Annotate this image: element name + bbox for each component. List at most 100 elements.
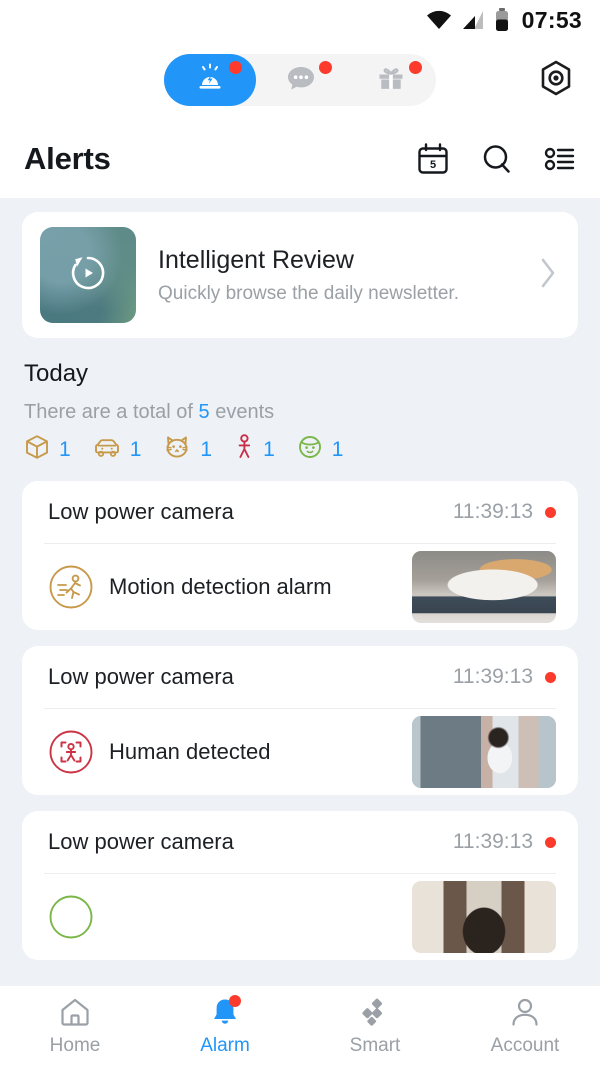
nav-badge-alarm (229, 995, 241, 1007)
segment-badge-gifts (409, 61, 422, 74)
alert-card[interactable]: Low power camera 11:39:13 (22, 646, 578, 795)
alert-device-name: Low power camera (48, 499, 234, 524)
today-section: Today There are a total of 5 events 1 1 … (0, 338, 600, 465)
smart-diamonds-icon (358, 996, 392, 1028)
count-value-car: 1 (129, 437, 142, 461)
count-value-pet: 1 (200, 437, 213, 461)
cellular-signal-icon (461, 10, 485, 30)
search-button[interactable] (480, 142, 514, 176)
segment-badge-alarm (229, 61, 242, 74)
nav-item-smart[interactable]: Smart (300, 996, 450, 1057)
count-item-face[interactable]: 1 (297, 434, 344, 465)
nav-label-home: Home (49, 1035, 101, 1056)
count-value-package: 1 (59, 437, 71, 461)
nav-label-smart: Smart (349, 1035, 401, 1056)
alert-card-header: Low power camera 11:39:13 (22, 811, 578, 873)
segment-tab-gifts[interactable] (346, 54, 436, 106)
intelligent-review-card[interactable]: Intelligent Review Quickly browse the da… (22, 212, 578, 338)
alert-card-body[interactable]: Motion detection alarm (22, 544, 578, 630)
home-icon (58, 996, 92, 1028)
nav-label-alarm: Alarm (200, 1035, 250, 1056)
intelligent-review-title: Intelligent Review (158, 245, 354, 274)
alert-timestamp: 11:39:13 (452, 665, 533, 688)
replay-play-icon (63, 248, 113, 303)
top-segmented-control (164, 54, 436, 106)
alert-device-name: Low power camera (48, 664, 234, 689)
svg-text:5: 5 (430, 159, 436, 171)
alert-event-type: Human detected (109, 739, 271, 764)
today-event-count: 5 (198, 401, 210, 423)
page-title: Alerts (24, 141, 111, 176)
alert-unread-dot (545, 506, 556, 518)
alert-thumbnail[interactable] (412, 881, 556, 953)
alerts-scroll-area[interactable]: Intelligent Review Quickly browse the da… (0, 198, 600, 985)
calendar-button[interactable]: 5 (416, 142, 450, 176)
count-value-person: 1 (263, 437, 275, 461)
count-item-car[interactable]: 1 (93, 434, 142, 465)
chevron-right-icon (538, 256, 558, 295)
alert-meta: 11:39:13 (453, 665, 556, 689)
alert-thumbnail[interactable] (412, 551, 556, 623)
alarm-siren-icon (195, 63, 225, 98)
segment-tab-messages[interactable] (256, 54, 346, 106)
message-bubble-icon (286, 63, 316, 98)
alert-card[interactable]: Low power camera 11:39:13 (22, 811, 578, 960)
alert-meta: 11:39:13 (453, 500, 556, 524)
nav-item-alarm[interactable]: Alarm (150, 995, 300, 1057)
settings-button[interactable] (536, 60, 576, 100)
status-bar-clock: 07:53 (521, 6, 582, 33)
person-walk-icon (234, 434, 254, 465)
bottom-navigation: Home Alarm Smart Account (0, 985, 600, 1067)
today-heading: Today (24, 360, 89, 387)
man-sitting-thumbnail (412, 716, 556, 788)
face-circle-icon (48, 894, 94, 940)
count-item-person[interactable]: 1 (234, 434, 275, 465)
today-summary: There are a total of 5 events (24, 401, 576, 424)
hex-gear-icon (539, 60, 573, 101)
alert-card-body[interactable] (22, 874, 578, 960)
alert-meta: 11:39:13 (453, 830, 556, 854)
intelligent-review-thumbnail (40, 227, 136, 323)
count-value-face: 1 (331, 437, 344, 461)
header-actions: 5 (416, 142, 576, 176)
motion-run-circle-icon (48, 564, 94, 610)
segment-tab-alarm[interactable] (164, 54, 256, 106)
alert-event-type: Motion detection alarm (109, 574, 332, 599)
count-item-package[interactable]: 1 (24, 434, 71, 465)
page-header: Alerts 5 (0, 120, 600, 198)
cat-on-cushion-thumbnail (412, 551, 556, 623)
filter-list-button[interactable] (544, 143, 576, 175)
count-item-pet[interactable]: 1 (163, 434, 212, 465)
cat-face-icon (163, 434, 191, 465)
wifi-icon (426, 10, 452, 30)
alert-timestamp: 11:39:13 (452, 830, 533, 853)
car-icon (93, 434, 121, 465)
nav-item-home[interactable]: Home (0, 996, 150, 1057)
person-icon (508, 996, 542, 1028)
face-thumbnail (412, 881, 556, 953)
today-summary-suffix: events (209, 401, 275, 423)
alert-card-header: Low power camera 11:39:13 (22, 646, 578, 708)
nav-item-account[interactable]: Account (450, 996, 600, 1057)
nav-label-account: Account (490, 1035, 560, 1056)
alert-card-body[interactable]: Human detected (22, 709, 578, 795)
intelligent-review-text: Intelligent Review Quickly browse the da… (158, 246, 459, 305)
alert-device-name: Low power camera (48, 829, 234, 854)
alert-thumbnail[interactable] (412, 716, 556, 788)
alert-timestamp: 11:39:13 (452, 500, 533, 523)
human-detect-circle-icon (48, 729, 94, 775)
intelligent-review-subtitle: Quickly browse the daily newsletter. (158, 282, 459, 304)
today-summary-prefix: There are a total of (24, 401, 199, 423)
alert-card-header: Low power camera 11:39:13 (22, 481, 578, 543)
status-bar: 07:53 (0, 0, 600, 40)
baby-face-icon (297, 434, 323, 465)
alert-card[interactable]: Low power camera 11:39:13 (22, 481, 578, 630)
battery-icon (494, 8, 510, 32)
segment-badge-messages (319, 61, 332, 74)
today-count-row: 1 1 1 1 1 (24, 434, 576, 465)
bell-icon (208, 995, 242, 1028)
alert-unread-dot (545, 671, 556, 683)
gift-icon (376, 63, 406, 98)
package-box-icon (24, 434, 50, 465)
top-bar (0, 40, 600, 120)
